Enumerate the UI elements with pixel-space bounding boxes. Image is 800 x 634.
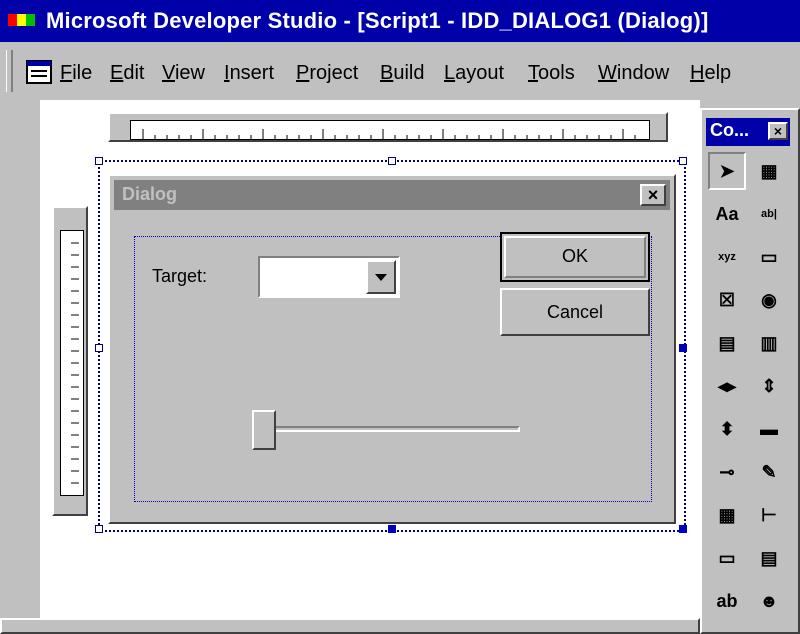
vertical-ruler[interactable] xyxy=(52,206,88,516)
picture-tool-icon[interactable]: ▦ xyxy=(750,152,788,190)
dialog-title: Dialog xyxy=(122,184,178,204)
button-tool-icon[interactable]: ▭ xyxy=(750,238,788,276)
static-text-tool-icon[interactable]: Aa xyxy=(708,195,746,233)
static-text-tool-glyph: Aa xyxy=(715,203,739,224)
resize-handle-bottom-right[interactable] xyxy=(679,525,687,533)
slider-thumb[interactable] xyxy=(252,410,276,450)
hotkey-tool-glyph: ✎ xyxy=(761,461,777,482)
toolbox-title: Co... xyxy=(710,120,749,140)
button-tool-glyph: ▭ xyxy=(760,246,778,267)
resize-handle-left[interactable] xyxy=(95,344,103,352)
menu-insert[interactable]: Insert xyxy=(224,62,274,85)
combo-box-tool-glyph: ▤ xyxy=(718,332,736,353)
vertical-ruler-track xyxy=(60,230,84,496)
pointer-tool-glyph: ➤ xyxy=(719,160,735,181)
hotkey-tool-icon[interactable]: ✎ xyxy=(750,453,788,491)
tree-control-tool-icon[interactable]: ⊢ xyxy=(750,496,788,534)
editor-left-gutter xyxy=(0,100,40,634)
tab-control-tool-icon[interactable]: ▭ xyxy=(708,539,746,577)
vertical-scrollbar-tool-icon[interactable]: ⇕ xyxy=(750,367,788,405)
tab-control-tool-glyph: ▭ xyxy=(718,547,736,568)
toolbox-title-bar[interactable]: Co... × xyxy=(706,118,790,146)
list-box-tool-glyph: ▥ xyxy=(760,332,778,353)
spin-tool-icon[interactable]: ⬍ xyxy=(708,410,746,448)
status-strip xyxy=(0,618,700,634)
picture-tool-glyph: ▦ xyxy=(760,160,778,181)
devstudio-logo-icon xyxy=(8,14,35,26)
resize-handle-top-right[interactable] xyxy=(679,157,687,165)
resize-handle-bottom-left[interactable] xyxy=(95,525,103,533)
list-box-tool-icon[interactable]: ▥ xyxy=(750,324,788,362)
radio-button-tool-icon[interactable]: ◉ xyxy=(750,281,788,319)
document-icon[interactable] xyxy=(26,60,52,84)
cancel-button-label: Cancel xyxy=(546,302,604,322)
spin-tool-glyph: ⬍ xyxy=(719,418,735,439)
check-box-tool-icon[interactable]: ☒ xyxy=(708,281,746,319)
target-label: Target: xyxy=(152,266,208,286)
menu-bar: File Edit View Insert Project Build Layo… xyxy=(0,42,800,100)
toolbox-close-button[interactable]: × xyxy=(768,122,788,140)
group-box-tool-icon[interactable]: xyz xyxy=(708,238,746,276)
progress-tool-glyph: ▬ xyxy=(760,418,778,439)
window-title: Microsoft Developer Studio - [Script1 - … xyxy=(46,8,709,33)
group-box-tool-glyph: xyz xyxy=(718,251,736,263)
menu-project[interactable]: Project xyxy=(296,62,358,85)
combo-box-tool-icon[interactable]: ▤ xyxy=(708,324,746,362)
radio-button-tool-glyph: ◉ xyxy=(761,289,777,310)
custom-control-tool-icon[interactable]: ☻ xyxy=(750,582,788,620)
horizontal-ruler-ticks xyxy=(142,129,636,139)
slider-tool-glyph: ⊸ xyxy=(719,461,735,482)
menu-file[interactable]: File xyxy=(60,62,92,85)
rich-edit-tool-glyph: ab xyxy=(716,590,738,611)
vertical-ruler-ticks xyxy=(71,242,79,484)
list-control-tool-icon[interactable]: ▦ xyxy=(708,496,746,534)
horizontal-scrollbar-tool-glyph: ◂▸ xyxy=(717,375,737,396)
custom-control-tool-glyph: ☻ xyxy=(759,590,779,611)
ok-button-label: OK xyxy=(561,246,588,266)
horizontal-ruler-track xyxy=(130,120,650,140)
edit-box-tool-icon[interactable]: ab| xyxy=(750,195,788,233)
dialog-title-bar[interactable]: Dialog × xyxy=(114,180,670,210)
horizontal-scrollbar-tool-icon[interactable]: ◂▸ xyxy=(708,367,746,405)
rich-edit-tool-icon[interactable]: ab xyxy=(708,582,746,620)
menu-window[interactable]: Window xyxy=(598,62,669,85)
menu-edit[interactable]: Edit xyxy=(110,62,144,85)
menu-build[interactable]: Build xyxy=(380,62,424,85)
combo-dropdown-button[interactable] xyxy=(366,260,396,294)
menu-tools[interactable]: Tools xyxy=(528,62,575,85)
menubar-grip[interactable] xyxy=(6,50,13,92)
slider-tool-icon[interactable]: ⊸ xyxy=(708,453,746,491)
resize-handle-right[interactable] xyxy=(679,344,687,352)
resize-handle-bottom[interactable] xyxy=(388,525,396,533)
target-combo-box[interactable] xyxy=(258,256,400,298)
vertical-scrollbar-tool-glyph: ⇕ xyxy=(761,375,777,396)
app-title-bar[interactable]: Microsoft Developer Studio - [Script1 - … xyxy=(0,0,800,42)
animate-tool-glyph: ▤ xyxy=(760,547,778,568)
dialog-close-button[interactable]: × xyxy=(640,184,666,206)
cancel-button[interactable]: Cancel xyxy=(500,288,650,336)
menu-layout[interactable]: Layout xyxy=(444,62,504,85)
ok-button[interactable]: OK xyxy=(500,232,650,282)
horizontal-ruler[interactable] xyxy=(108,112,668,142)
check-box-tool-glyph: ☒ xyxy=(718,289,736,310)
resize-handle-top[interactable] xyxy=(388,157,396,165)
resize-handle-top-left[interactable] xyxy=(95,157,103,165)
edit-box-tool-glyph: ab| xyxy=(761,208,777,220)
menu-view[interactable]: View xyxy=(162,62,205,85)
progress-tool-icon[interactable]: ▬ xyxy=(750,410,788,448)
animate-tool-icon[interactable]: ▤ xyxy=(750,539,788,577)
menu-help[interactable]: Help xyxy=(690,62,731,85)
tree-control-tool-glyph: ⊢ xyxy=(761,504,777,525)
pointer-tool-icon[interactable]: ➤ xyxy=(708,152,746,190)
chevron-down-icon xyxy=(375,274,387,281)
controls-toolbox: Co... × ➤ ▦ Aa ab| xyz ▭ ☒ ◉ ▤ ▥ ◂▸ ⇕ ⬍ ▬ ⊸ ✎ ▦ ⊢ ▭ ▤ ab ☻ xyxy=(700,108,800,634)
list-control-tool-glyph: ▦ xyxy=(718,504,736,525)
slider-track[interactable] xyxy=(268,426,520,432)
